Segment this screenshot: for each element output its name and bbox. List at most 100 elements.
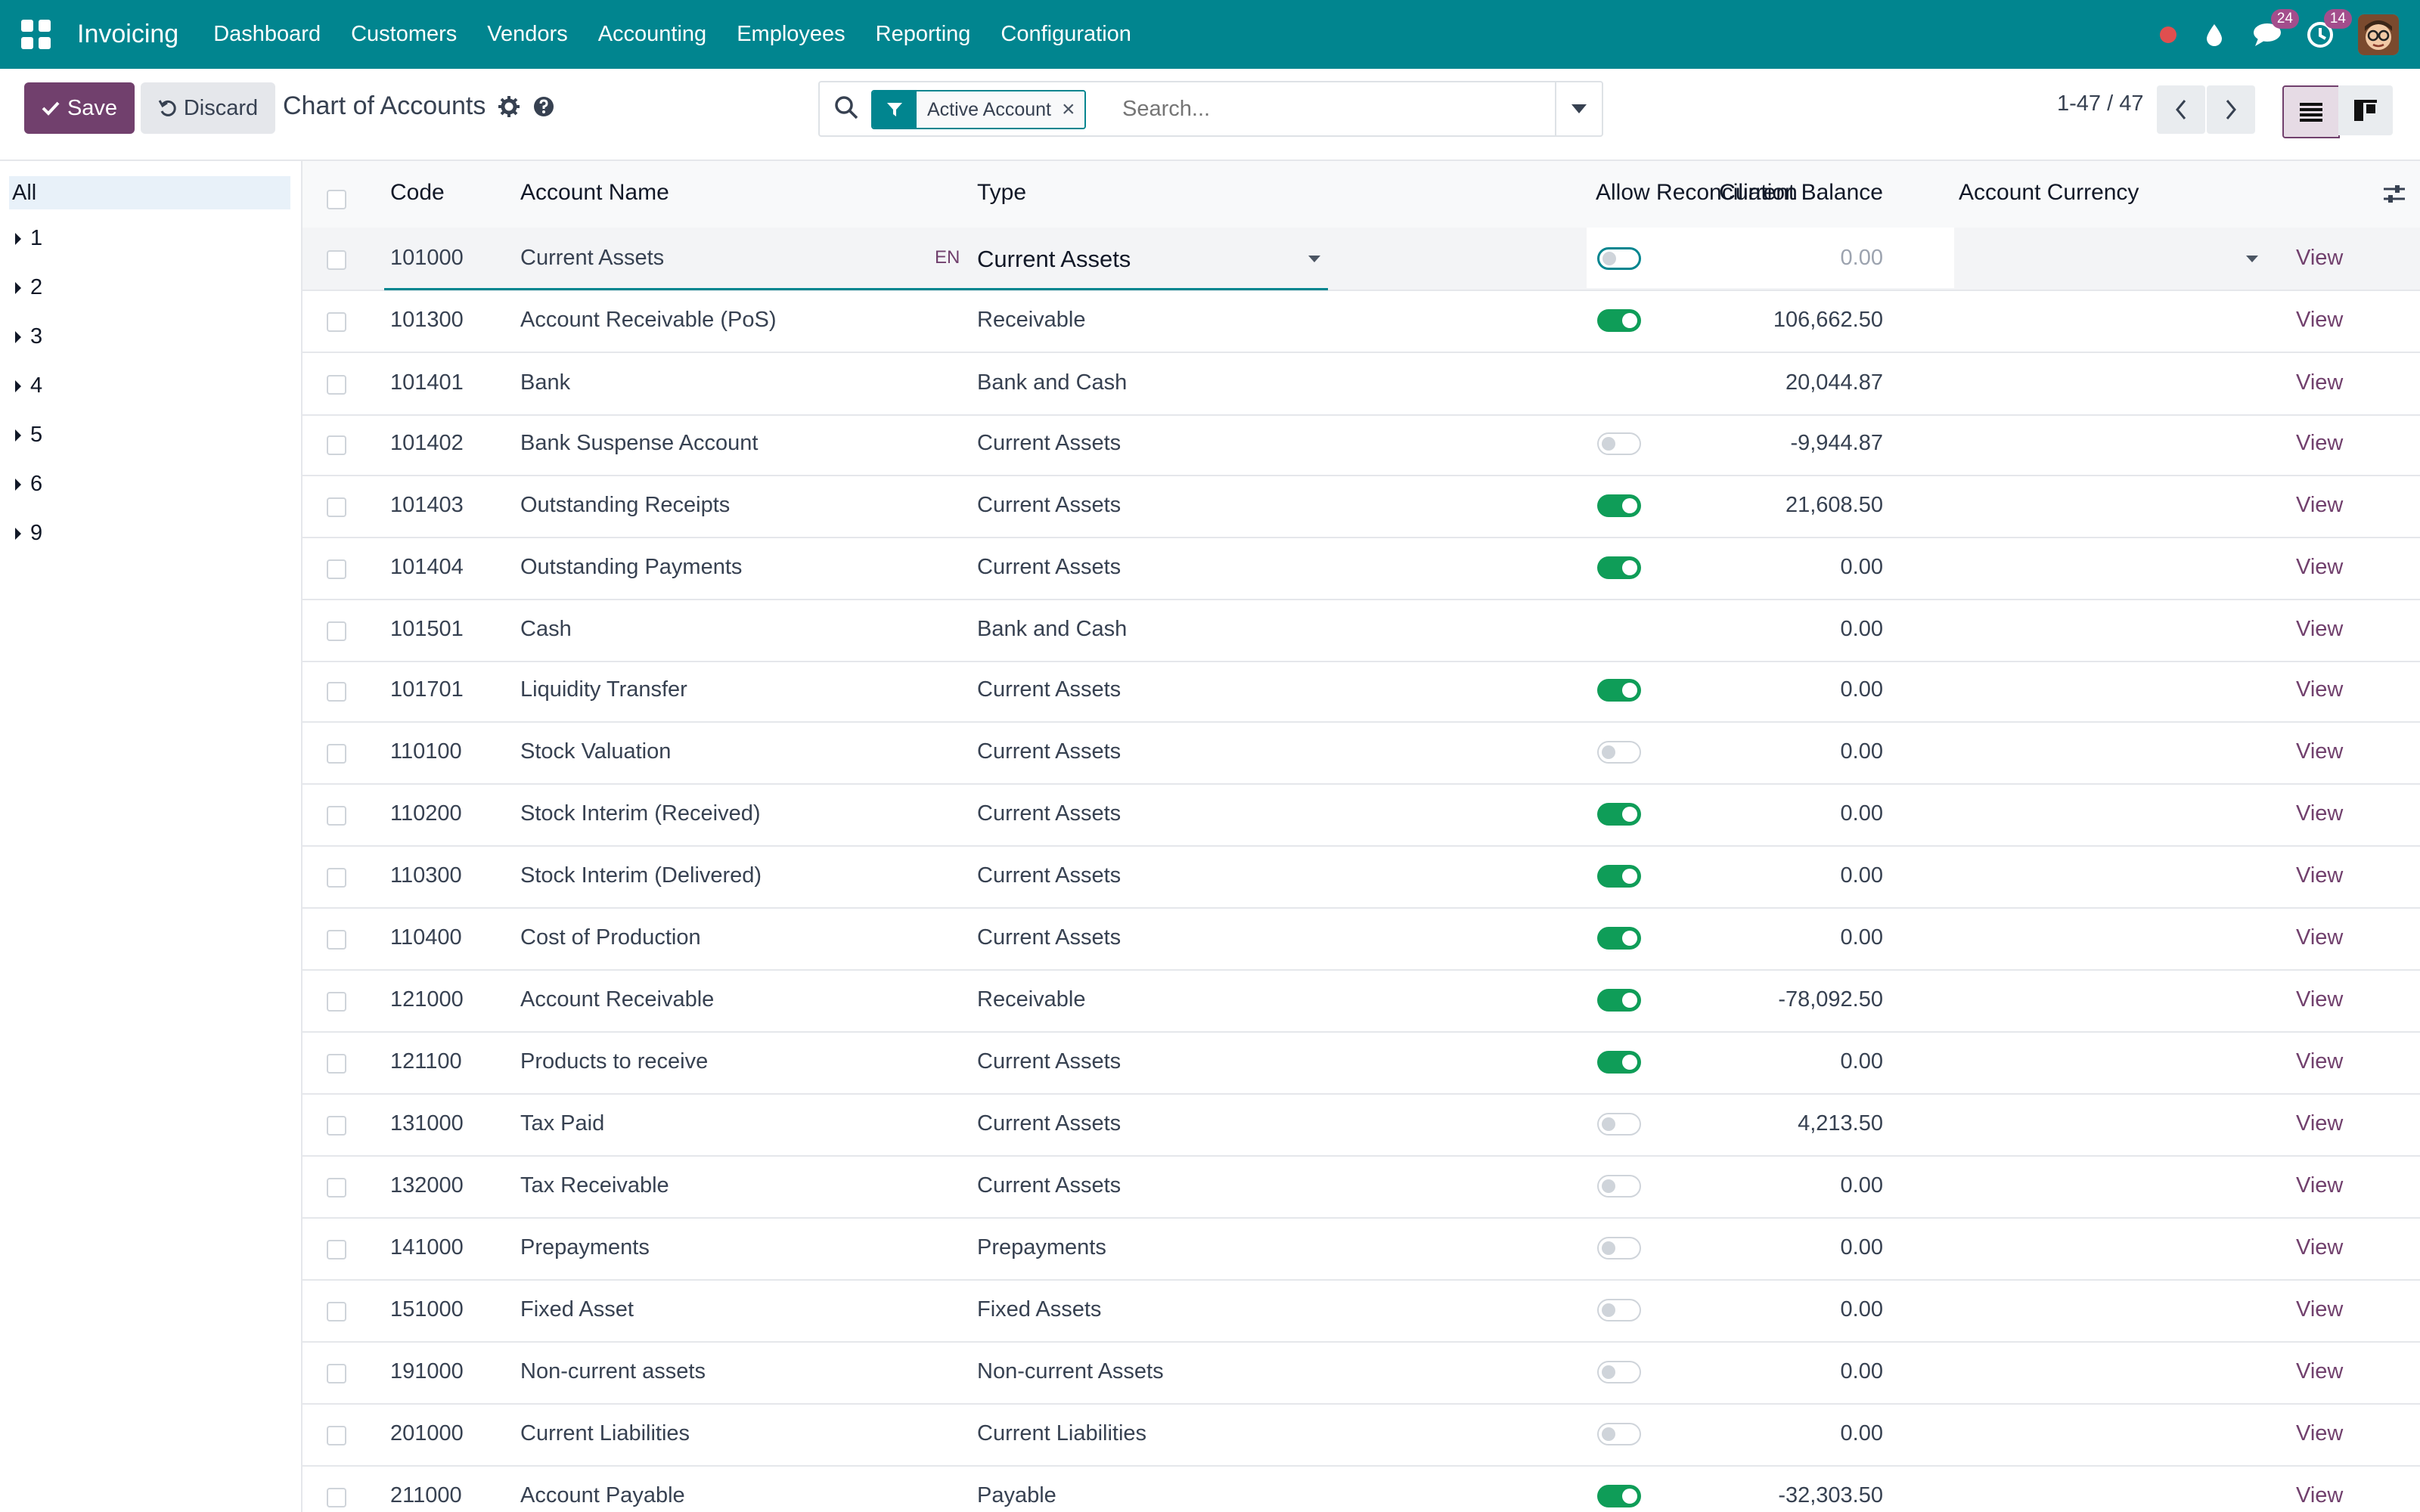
row-checkbox[interactable]: [327, 621, 346, 641]
table-row[interactable]: 101300 Account Receivable (PoS) Receivable…: [302, 290, 2420, 353]
table-row[interactable]: 101000 Current Assets EN Current Assets 0.00…: [302, 228, 2420, 291]
menu-customers[interactable]: Customers: [351, 22, 457, 47]
table-row[interactable]: 151000 Fixed Asset Fixed Assets 0.00 View: [302, 1279, 2420, 1343]
reconcile-toggle[interactable]: [1597, 679, 1641, 702]
sidepanel-group-6[interactable]: 6: [15, 472, 42, 497]
reconcile-toggle[interactable]: [1597, 1113, 1641, 1136]
help-icon[interactable]: [532, 95, 555, 118]
view-link[interactable]: View: [2296, 1173, 2343, 1198]
app-brand[interactable]: Invoicing: [77, 20, 178, 49]
row-checkbox[interactable]: [327, 435, 346, 455]
table-row[interactable]: 101501 Cash Bank and Cash 0.00 View: [302, 599, 2420, 662]
kanban-view-button[interactable]: [2338, 85, 2393, 135]
menu-employees[interactable]: Employees: [737, 22, 845, 47]
menu-vendors[interactable]: Vendors: [487, 22, 567, 47]
optional-columns-icon[interactable]: [2382, 182, 2406, 206]
facet-remove-icon[interactable]: ×: [1061, 91, 1084, 128]
row-checkbox[interactable]: [327, 497, 346, 517]
menu-dashboard[interactable]: Dashboard: [213, 22, 321, 47]
view-link[interactable]: View: [2296, 801, 2343, 826]
row-checkbox[interactable]: [327, 682, 346, 702]
table-row[interactable]: 141000 Prepayments Prepayments 0.00 View: [302, 1217, 2420, 1281]
messages-icon[interactable]: 24: [2252, 8, 2299, 50]
view-link[interactable]: View: [2296, 925, 2343, 950]
reconcile-toggle[interactable]: [1597, 1485, 1641, 1507]
table-row[interactable]: 101401 Bank Bank and Cash 20,044.87 View: [302, 352, 2420, 416]
table-row[interactable]: 211000 Account Payable Payable -32,303.50 Vi…: [302, 1465, 2420, 1512]
apps-menu-icon[interactable]: [21, 18, 54, 51]
header-account-name[interactable]: Account Name: [520, 180, 669, 206]
table-row[interactable]: 101404 Outstanding Payments Current Assets…: [302, 537, 2420, 600]
menu-reporting[interactable]: Reporting: [876, 22, 971, 47]
row-checkbox[interactable]: [327, 312, 346, 332]
sidepanel-group-1[interactable]: 1: [15, 226, 42, 251]
table-row[interactable]: 121000 Account Receivable Receivable -78,09…: [302, 969, 2420, 1033]
row-checkbox[interactable]: [327, 1116, 346, 1136]
row-checkbox[interactable]: [327, 1302, 346, 1321]
row-checkbox[interactable]: [327, 1054, 346, 1074]
reconcile-toggle[interactable]: [1597, 741, 1641, 764]
currency-dropdown-caret-icon[interactable]: [2246, 256, 2258, 262]
row-checkbox[interactable]: [327, 1240, 346, 1259]
view-link[interactable]: View: [2296, 677, 2343, 702]
reconcile-toggle[interactable]: [1597, 309, 1641, 332]
header-allow-reconciliation[interactable]: Allow Reconciliation: [1596, 180, 1798, 206]
row-checkbox[interactable]: [327, 250, 346, 270]
save-button[interactable]: Save: [24, 82, 135, 134]
reconcile-toggle[interactable]: [1597, 803, 1641, 826]
table-row[interactable]: 201000 Current Liabilities Current Liabili…: [302, 1403, 2420, 1467]
row-checkbox[interactable]: [327, 1488, 346, 1507]
row-checkbox[interactable]: [327, 559, 346, 579]
search-input[interactable]: [1121, 91, 1502, 126]
row-checkbox[interactable]: [327, 930, 346, 950]
table-row[interactable]: 101701 Liquidity Transfer Current Assets 0.…: [302, 659, 2420, 723]
view-link[interactable]: View: [2296, 617, 2343, 642]
search-options-toggle[interactable]: [1555, 82, 1602, 135]
row-checkbox[interactable]: [327, 992, 346, 1012]
reconcile-toggle[interactable]: [1597, 1423, 1641, 1445]
row-checkbox[interactable]: [327, 1364, 346, 1383]
table-row[interactable]: 110100 Stock Valuation Current Assets 0.00 V…: [302, 721, 2420, 785]
account-name[interactable]: Current Assets: [520, 246, 664, 271]
view-link[interactable]: View: [2296, 863, 2343, 888]
table-row[interactable]: 191000 Non-current assets Non-current Asse…: [302, 1341, 2420, 1405]
sidepanel-group-3[interactable]: 3: [15, 324, 42, 349]
view-link[interactable]: View: [2296, 246, 2343, 271]
sidepanel-group-2[interactable]: 2: [15, 275, 42, 300]
droplet-icon[interactable]: [2199, 20, 2229, 50]
view-link[interactable]: View: [2296, 1359, 2343, 1384]
sidepanel-group-4[interactable]: 4: [15, 373, 42, 398]
view-link[interactable]: View: [2296, 1483, 2343, 1508]
row-checkbox[interactable]: [327, 1426, 346, 1445]
search-icon[interactable]: [833, 94, 859, 120]
reconcile-toggle[interactable]: [1597, 1051, 1641, 1074]
header-type[interactable]: Type: [977, 180, 1026, 206]
table-row[interactable]: 110300 Stock Interim (Delivered) Current A…: [302, 845, 2420, 909]
reconcile-toggle[interactable]: [1597, 1175, 1641, 1198]
gear-icon[interactable]: [498, 95, 520, 118]
table-row[interactable]: 110200 Stock Interim (Received) Current As…: [302, 783, 2420, 847]
reconcile-toggle[interactable]: [1597, 494, 1641, 517]
reconcile-toggle[interactable]: [1597, 1237, 1641, 1259]
row-checkbox[interactable]: [327, 375, 346, 395]
row-checkbox[interactable]: [327, 744, 346, 764]
view-link[interactable]: View: [2296, 431, 2343, 456]
view-link[interactable]: View: [2296, 1049, 2343, 1074]
view-link[interactable]: View: [2296, 739, 2343, 764]
list-view-button[interactable]: [2282, 85, 2340, 138]
header-code[interactable]: Code: [390, 180, 445, 206]
account-code[interactable]: 101000: [390, 246, 464, 271]
pager-previous-button[interactable]: [2157, 85, 2205, 134]
table-row[interactable]: 101403 Outstanding Receipts Current Assets…: [302, 475, 2420, 538]
row-checkbox[interactable]: [327, 1178, 346, 1198]
select-all-checkbox[interactable]: [327, 190, 346, 209]
view-link[interactable]: View: [2296, 370, 2343, 395]
view-link[interactable]: View: [2296, 555, 2343, 580]
reconcile-toggle[interactable]: [1597, 432, 1641, 455]
activities-clock-icon[interactable]: 14: [2305, 8, 2352, 50]
table-row[interactable]: 131000 Tax Paid Current Assets 4,213.50 View: [302, 1093, 2420, 1157]
row-checkbox[interactable]: [327, 868, 346, 888]
reconcile-toggle[interactable]: [1597, 247, 1641, 270]
pager-next-button[interactable]: [2207, 85, 2255, 134]
discard-button[interactable]: Discard: [141, 82, 275, 134]
